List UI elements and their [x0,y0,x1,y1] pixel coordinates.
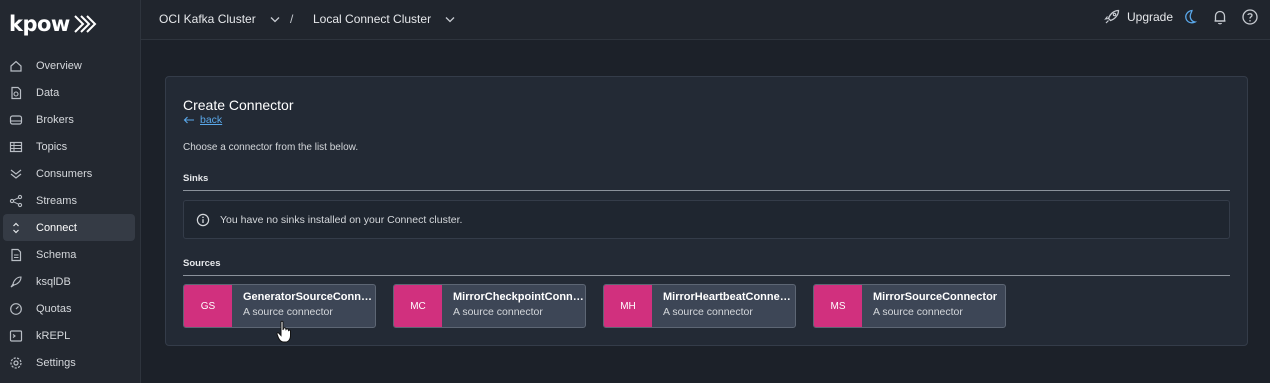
sources-heading: Sources [183,258,221,269]
connector-description: A source connector [873,306,963,318]
connector-description: A source connector [243,306,333,318]
connector-name: MirrorSourceConnector [873,291,998,303]
top-bar: OCI Kafka Cluster / Local Connect Cluste… [141,0,1270,40]
share-icon [9,194,23,208]
info-icon [196,213,210,227]
notifications-button[interactable] [1211,8,1229,26]
rocket-icon [1103,8,1121,26]
help-icon [1241,8,1259,26]
chevron-down-icon [445,16,455,23]
intro-text: Choose a connector from the list below. [183,142,359,153]
file-search-icon [9,86,23,100]
upgrade-label: Upgrade [1127,10,1174,24]
sidebar-item-brokers[interactable]: Brokers [3,106,135,133]
connector-badge: MS [814,285,862,327]
cluster-selector[interactable]: OCI Kafka Cluster [159,12,280,26]
breadcrumb-separator: / [290,12,294,26]
sidebar-item-label: Streams [36,194,77,207]
connector-badge: GS [184,285,232,327]
connect-cluster-selector[interactable]: Local Connect Cluster [313,12,455,26]
arrow-left-icon [183,116,195,124]
sinks-empty-message: You have no sinks installed on your Conn… [220,213,463,226]
connector-description: A source connector [453,306,543,318]
connector-card-mirror-source[interactable]: MS MirrorSourceConnector A source connec… [813,284,1006,328]
sidebar-item-label: Settings [36,356,76,369]
chevron-down-icon [270,16,280,23]
sinks-empty-alert: You have no sinks installed on your Conn… [183,200,1230,239]
back-link-label: back [200,114,223,126]
sidebar-item-label: Data [36,86,60,99]
sidebar-item-label: kREPL [36,329,71,342]
sidebar-item-label: Topics [36,140,68,153]
connector-name: GeneratorSourceConnector [243,291,375,303]
sidebar-item-data[interactable]: Data [3,79,135,106]
connector-card-mirror-heartbeat[interactable]: MH MirrorHeartbeatConnector A source con… [603,284,796,328]
connect-cluster-name: Local Connect Cluster [313,12,432,26]
terminal-icon [9,329,23,343]
upgrade-button[interactable]: Upgrade [1103,8,1173,26]
moon-icon [1181,8,1199,26]
sidebar-item-label: Quotas [36,302,72,315]
rocket-icon [9,275,23,289]
sidebar-item-krepl[interactable]: kREPL [3,322,135,349]
connector-card-mirror-checkpoint[interactable]: MC MirrorCheckpointConnector A source co… [393,284,586,328]
sidebar-item-schema[interactable]: Schema [3,241,135,268]
sidebar-item-label: Overview [36,59,82,72]
sources-divider [183,275,1230,276]
theme-toggle-button[interactable] [1181,8,1199,26]
connector-description: A source connector [663,306,753,318]
create-connector-panel: Create Connector back Choose a connector… [165,76,1248,346]
sidebar-item-ksqldb[interactable]: ksqlDB [3,268,135,295]
gear-icon [9,356,23,370]
sidebar-item-quotas[interactable]: Quotas [3,295,135,322]
connector-name: MirrorHeartbeatConnector [663,291,795,303]
double-chevron-down-icon [9,167,23,181]
sinks-divider [183,190,1230,191]
sidebar-item-consumers[interactable]: Consumers [3,160,135,187]
document-icon [9,248,23,262]
sidebar-nav: Overview Data Brokers Topics Consumers S… [3,52,135,376]
sidebar-item-topics[interactable]: Topics [3,133,135,160]
sidebar-item-streams[interactable]: Streams [3,187,135,214]
gauge-icon [9,302,23,316]
page-title: Create Connector [183,97,294,113]
server-icon [9,113,23,127]
logo-chevrons-icon [72,13,98,35]
connector-badge: MC [394,285,442,327]
sidebar-item-label: Brokers [36,113,74,126]
sidebar-item-label: Schema [36,248,77,261]
chevron-up-down-icon [9,221,23,235]
help-button[interactable] [1241,8,1259,26]
sidebar-item-connect[interactable]: Connect [3,214,135,241]
sidebar-item-overview[interactable]: Overview [3,52,135,79]
kpow-logo[interactable]: kpow [9,10,98,38]
connector-name: MirrorCheckpointConnector [453,291,585,303]
sidebar-item-settings[interactable]: Settings [3,349,135,376]
home-icon [9,59,23,73]
sidebar: kpow Overview Data Brokers Topics Consum… [0,0,141,383]
bell-icon [1211,8,1229,26]
back-link[interactable]: back [183,114,222,126]
sinks-heading: Sinks [183,173,209,184]
cluster-name: OCI Kafka Cluster [159,12,256,26]
logo-text: kpow [9,12,70,36]
sidebar-item-label: Connect [36,221,77,234]
connector-badge: MH [604,285,652,327]
hand-cursor-icon [276,320,292,349]
table-icon [9,140,23,154]
sidebar-item-label: ksqlDB [36,275,71,288]
sidebar-item-label: Consumers [36,167,93,180]
